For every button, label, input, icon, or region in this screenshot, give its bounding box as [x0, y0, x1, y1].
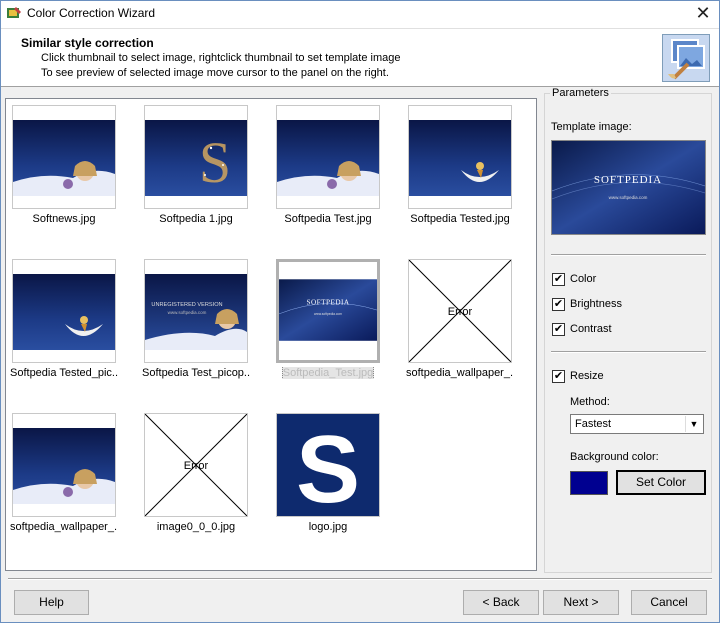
close-icon: ✕ — [695, 3, 711, 23]
svg-text:S: S — [199, 130, 231, 195]
method-label: Method: — [570, 396, 610, 408]
thumbnail-caption: image0_0_0.jpg — [142, 521, 250, 533]
error-text: Error — [448, 306, 473, 318]
thumbnail-image[interactable]: UNREGISTERED VERSION www.softpedia.com — [144, 259, 248, 363]
thumbnail-image[interactable] — [12, 413, 116, 517]
thumbnail-graphic: S — [145, 106, 247, 208]
thumbnail-graphic: Error — [145, 414, 247, 516]
thumbnail-filename: Softpedia Test_picop... — [142, 367, 250, 379]
unregistered-text: UNREGISTERED VERSION — [151, 302, 222, 308]
resize-checkbox[interactable]: ✔ — [552, 370, 565, 383]
color-checkbox[interactable]: ✔ — [552, 273, 565, 286]
thumbnail-image[interactable] — [12, 105, 116, 209]
thumbnail-image[interactable] — [12, 259, 116, 363]
thumbnail-caption: logo.jpg — [274, 521, 382, 533]
step-instruction-1: Click thumbnail to select image, rightcl… — [41, 52, 401, 64]
banner-text: SOFTPEDIA — [306, 298, 349, 306]
thumbnail-caption: softpedia_wallpaper_... — [406, 367, 514, 379]
thumbnail-filename: logo.jpg — [308, 521, 348, 533]
bottom-separator — [8, 578, 712, 580]
thumbnail-caption: Softpedia Tested_pic... — [10, 367, 118, 379]
thumbnail-panel[interactable]: Softnews.jpg S Softpedia 1.jpg Softpedia… — [5, 98, 537, 571]
thumbnail-caption: Softpedia Test_picop... — [142, 367, 250, 379]
thumbnail-caption: Softpedia 1.jpg — [142, 213, 250, 225]
close-button[interactable]: ✕ — [692, 3, 714, 23]
thumbnail-caption: Softpedia_Test.jpg — [274, 367, 382, 379]
thumbnail-graphic — [13, 106, 115, 208]
thumbnail-filename: softpedia_wallpaper_... — [10, 521, 118, 533]
window-title: Color Correction Wizard — [27, 6, 156, 20]
thumbnail-filename: softpedia_wallpaper_... — [406, 367, 514, 379]
template-image-graphic: SOFTPEDIA www.softpedia.com — [552, 141, 705, 234]
thumbnail-filename: Softpedia_Test.jpg — [281, 367, 375, 379]
thumbnail-graphic: UNREGISTERED VERSION www.softpedia.com — [145, 260, 247, 362]
color-checkbox-label: Color — [570, 273, 597, 285]
background-color-label: Background color: — [570, 451, 659, 463]
thumbnail-caption: Softpedia Test.jpg — [274, 213, 382, 225]
next-button[interactable]: Next > — [543, 590, 619, 615]
thumbnail-graphic — [277, 106, 379, 208]
method-select[interactable]: Fastest ▼ — [570, 414, 704, 434]
thumbnail-filename: image0_0_0.jpg — [156, 521, 236, 533]
separator — [551, 351, 706, 353]
title-bar: Color Correction Wizard ✕ — [0, 0, 720, 29]
images-wizard-icon — [662, 34, 710, 82]
banner-url: www.softpedia.com — [314, 312, 342, 316]
svg-text:S: S — [296, 416, 360, 516]
template-image-text: SOFTPEDIA — [594, 174, 662, 186]
thumbnail-graphic: SOFTPEDIA www.softpedia.com — [279, 262, 377, 360]
thumbnail-image[interactable]: SOFTPEDIA www.softpedia.com — [276, 259, 380, 363]
error-text: Error — [184, 460, 209, 472]
dropdown-arrow-icon[interactable]: ▼ — [685, 416, 702, 432]
thumbnail-graphic: S — [277, 414, 379, 516]
step-instruction-2: To see preview of selected image move cu… — [41, 67, 389, 79]
unregistered-url: www.softpedia.com — [168, 310, 207, 315]
thumbnail-image[interactable]: S — [276, 413, 380, 517]
thumbnail-image[interactable] — [408, 105, 512, 209]
thumbnail-filename: Softpedia Tested.jpg — [410, 213, 510, 225]
back-button[interactable]: < Back — [463, 590, 539, 615]
cancel-button[interactable]: Cancel — [631, 590, 707, 615]
resize-checkbox-label: Resize — [570, 370, 604, 382]
parameters-group: Parameters Template image: SOFTPEDIA www… — [544, 87, 712, 573]
thumbnail-image[interactable] — [276, 105, 380, 209]
brightness-checkbox-label: Brightness — [570, 298, 622, 310]
thumbnail-filename: Softpedia 1.jpg — [159, 213, 233, 225]
thumbnail-filename: Softpedia Test.jpg — [284, 213, 372, 225]
contrast-checkbox-label: Contrast — [570, 323, 612, 335]
set-color-button[interactable]: Set Color — [616, 470, 706, 495]
thumbnail-graphic: Error — [409, 260, 511, 362]
step-title: Similar style correction — [21, 36, 154, 50]
background-color-swatch — [570, 471, 608, 495]
template-image-label: Template image: — [551, 121, 632, 133]
parameters-title: Parameters — [550, 87, 611, 99]
thumbnail-image[interactable]: S — [144, 105, 248, 209]
wizard-app-icon — [7, 7, 21, 18]
template-image[interactable]: SOFTPEDIA www.softpedia.com — [551, 140, 706, 235]
thumbnail-graphic — [13, 414, 115, 516]
thumbnail-graphic — [13, 260, 115, 362]
separator — [551, 254, 706, 256]
thumbnail-caption: Softnews.jpg — [10, 213, 118, 225]
wizard-header: Similar style correction Click thumbnail… — [0, 29, 720, 87]
method-selected-value: Fastest — [575, 418, 612, 430]
thumbnail-image[interactable]: Error — [144, 413, 248, 517]
thumbnail-filename: Softpedia Tested_pic... — [10, 367, 118, 379]
thumbnail-caption: softpedia_wallpaper_... — [10, 521, 118, 533]
thumbnail-filename: Softnews.jpg — [32, 213, 96, 225]
help-button[interactable]: Help — [14, 590, 89, 615]
template-image-subtext: www.softpedia.com — [609, 195, 648, 200]
thumbnail-graphic — [409, 106, 511, 208]
brightness-checkbox[interactable]: ✔ — [552, 298, 565, 311]
thumbnail-caption: Softpedia Tested.jpg — [406, 213, 514, 225]
contrast-checkbox[interactable]: ✔ — [552, 323, 565, 336]
thumbnail-image[interactable]: Error — [408, 259, 512, 363]
